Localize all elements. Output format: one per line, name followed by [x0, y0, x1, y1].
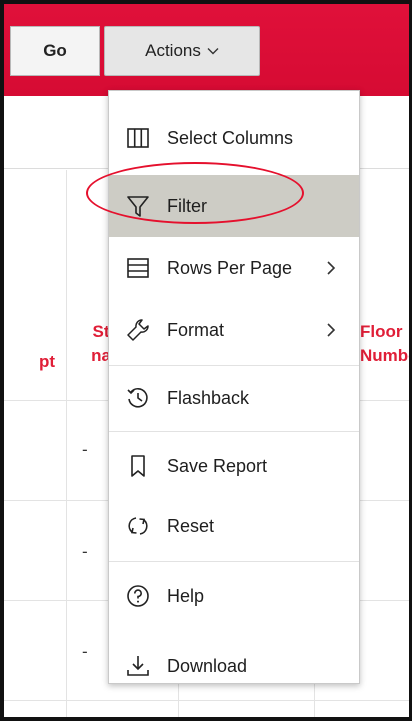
menu-item-filter[interactable]: Filter — [109, 175, 359, 237]
menu-item-format[interactable]: Format — [109, 299, 359, 361]
menu-item-label: Format — [167, 319, 225, 340]
menu-item-label: Filter — [167, 195, 207, 216]
menu-item-label: Select Columns — [167, 127, 294, 148]
menu-item-label: Save Report — [167, 455, 268, 476]
actions-menu-button[interactable]: Actions — [104, 26, 260, 76]
menu-item-reset[interactable]: Reset — [109, 495, 359, 557]
wrench-icon — [127, 319, 149, 341]
menu-item-help[interactable]: Help — [109, 565, 359, 627]
column-header-4[interactable]: Floor Number — [360, 320, 409, 368]
columns-icon — [127, 128, 149, 148]
menu-item-select-columns[interactable]: Select Columns — [109, 107, 359, 169]
report-toolbar: Go Actions — [4, 4, 409, 96]
column-header-1[interactable]: pt — [32, 350, 62, 374]
menu-item-save-report[interactable]: Save Report — [109, 435, 359, 497]
menu-item-download[interactable]: Download — [109, 635, 359, 697]
column-header-4-line2: Number — [360, 346, 409, 365]
column-header-4-line1: Floor — [360, 322, 403, 341]
table-cell-dash: - — [82, 542, 88, 561]
actions-label: Actions — [145, 41, 201, 60]
flashback-icon — [127, 387, 148, 408]
table-cell-dash: - — [82, 642, 88, 661]
menu-item-label: Download — [167, 655, 248, 676]
reset-icon — [128, 517, 148, 535]
table-cell-dash: - — [82, 440, 88, 459]
menu-item-flashback[interactable]: Flashback — [109, 367, 359, 429]
menu-item-label: Rows Per Page — [167, 257, 293, 278]
filter-icon — [127, 196, 149, 217]
download-icon — [127, 656, 149, 676]
report-region: Go Actions pt St na Floor Number - - - — [0, 0, 412, 721]
bookmark-icon — [131, 455, 145, 477]
rows-icon — [127, 258, 149, 278]
menu-item-rows-per-page[interactable]: Rows Per Page — [109, 237, 359, 299]
go-button[interactable]: Go — [10, 26, 100, 76]
chevron-down-icon — [207, 48, 219, 55]
menu-item-label: Flashback — [167, 387, 250, 408]
actions-dropdown-menu: Select Columns Filter Rows Per Page Form… — [108, 90, 360, 684]
help-icon — [127, 585, 149, 607]
menu-item-label: Help — [167, 585, 205, 606]
chevron-right-icon — [327, 323, 336, 337]
menu-item-label: Reset — [167, 515, 215, 536]
chevron-right-icon — [327, 261, 336, 275]
